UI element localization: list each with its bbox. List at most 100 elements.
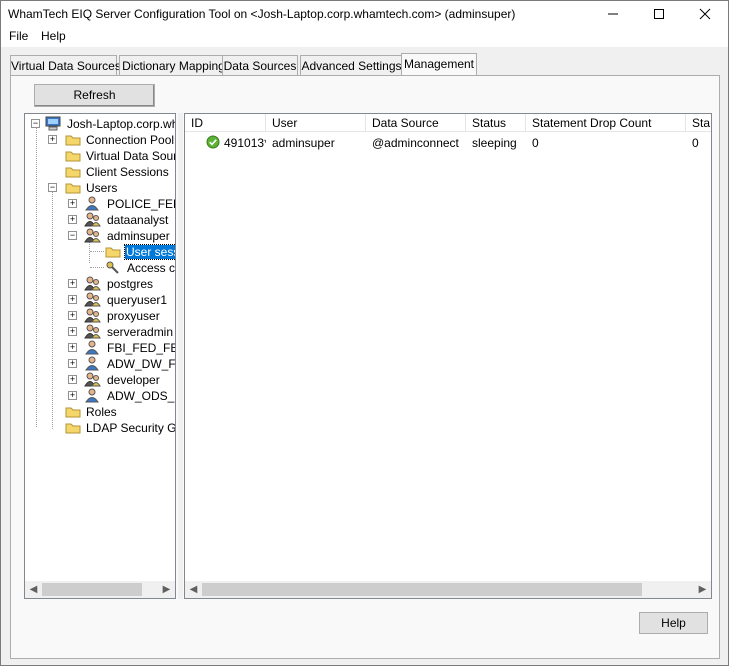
column-header-data-source[interactable]: Data Source <box>366 114 466 132</box>
computer-icon <box>45 116 61 131</box>
tab-advanced-settings[interactable]: Advanced Settings <box>300 55 403 76</box>
tree-label: Connection Pool <box>86 133 175 147</box>
tree-label: ADW_ODS_F <box>107 389 176 403</box>
expand-icon[interactable]: + <box>68 327 77 336</box>
check-circle-icon <box>206 135 220 149</box>
users-icon <box>84 276 101 291</box>
tree-item-client-sessions[interactable]: Client Sessions <box>25 164 175 180</box>
close-icon <box>699 8 711 20</box>
tree-label: dataanalyst <box>107 213 169 227</box>
scroll-left-icon[interactable]: ◀ <box>25 581 42 598</box>
folder-icon <box>65 423 81 434</box>
tree-item-user[interactable]: + serveradmin <box>25 324 175 340</box>
column-header-statement-drop-count[interactable]: Statement Drop Count <box>526 114 686 132</box>
minimize-button[interactable] <box>590 1 636 27</box>
expand-icon[interactable]: + <box>48 135 57 144</box>
cell-sta: 0 <box>692 136 699 150</box>
tree-item-user[interactable]: + queryuser1 <box>25 292 175 308</box>
server-tree[interactable]: − Josh-Laptop.corp.whamtech.com + Connec… <box>24 113 176 599</box>
column-header-user[interactable]: User <box>266 114 366 132</box>
column-header-sta[interactable]: Sta <box>686 114 711 132</box>
tree-label: Client Sessions <box>86 165 169 179</box>
tree-label: serveradmin <box>107 325 174 339</box>
tree-horizontal-scrollbar[interactable]: ◀ ▶ <box>25 581 175 598</box>
app-window: WhamTech EIQ Server Configuration Tool o… <box>0 0 729 666</box>
menu-bar: File Help <box>1 27 728 47</box>
tree-label: adminsuper <box>107 229 170 243</box>
column-header-status[interactable]: Status <box>466 114 526 132</box>
users-icon <box>84 372 101 387</box>
window-title: WhamTech EIQ Server Configuration Tool o… <box>8 7 516 21</box>
tree-label: developer <box>107 373 160 387</box>
collapse-icon[interactable]: − <box>68 231 77 240</box>
tree-item-user[interactable]: − adminsuper <box>25 228 175 244</box>
tree-item-user-sessions[interactable]: User sessions <box>25 244 175 260</box>
tree-label: POLICE_FED_ <box>107 197 175 211</box>
tab-dictionary-mapping[interactable]: Dictionary Mapping <box>119 55 228 76</box>
expand-icon[interactable]: + <box>68 199 77 208</box>
cell-user: adminsuper <box>272 136 335 150</box>
tree-item-user[interactable]: + ADW_ODS_F <box>25 388 176 404</box>
tree-item-user[interactable]: + proxyuser <box>25 308 175 324</box>
tree-label: LDAP Security Groups <box>86 421 176 435</box>
expand-icon[interactable]: + <box>68 359 77 368</box>
column-header-id[interactable]: ID <box>185 114 266 132</box>
tab-label: Virtual Data Sources <box>11 59 121 73</box>
tree-label: postgres <box>107 277 154 291</box>
scroll-right-icon[interactable]: ▶ <box>158 581 175 598</box>
cell-data-source: @adminconnect <box>372 136 459 150</box>
table-row[interactable]: 491013* adminsuper @adminconnect sleepin… <box>185 134 711 151</box>
tab-management[interactable]: Management <box>401 53 477 76</box>
user-icon <box>85 340 99 355</box>
tree-item-roles[interactable]: Roles <box>25 404 175 420</box>
tree-item-user[interactable]: + developer <box>25 372 175 388</box>
list-horizontal-scrollbar[interactable]: ◀ ▶ <box>185 581 711 598</box>
folder-icon <box>65 183 81 194</box>
scroll-thumb[interactable] <box>202 583 642 596</box>
help-button[interactable]: Help <box>639 612 708 634</box>
title-bar: WhamTech EIQ Server Configuration Tool o… <box>1 1 728 27</box>
tab-virtual-data-sources[interactable]: Virtual Data Sources <box>10 55 121 76</box>
folder-icon <box>65 151 81 162</box>
tree-item-user[interactable]: + POLICE_FED_ <box>25 196 175 212</box>
expand-icon[interactable]: + <box>68 311 77 320</box>
tab-data-sources[interactable]: Data Sources <box>222 55 298 76</box>
maximize-button[interactable] <box>636 1 682 27</box>
tree-label: Roles <box>86 405 117 419</box>
refresh-button[interactable]: Refresh <box>34 84 155 107</box>
tree-item-ldap-security-groups[interactable]: LDAP Security Groups <box>25 420 176 436</box>
tree-item-user[interactable]: + postgres <box>25 276 175 292</box>
tab-label: Advanced Settings <box>301 59 402 73</box>
list-header: ID User Data Source Status Statement Dro… <box>185 114 711 132</box>
scroll-thumb[interactable] <box>42 583 142 596</box>
tree-item-user[interactable]: + dataanalyst <box>25 212 175 228</box>
collapse-icon[interactable]: − <box>48 183 57 192</box>
tree-item-user[interactable]: + FBI_FED_FBI_ <box>25 340 175 356</box>
expand-icon[interactable]: + <box>68 295 77 304</box>
sessions-list[interactable]: ID User Data Source Status Statement Dro… <box>184 113 712 599</box>
menu-file[interactable]: File <box>7 29 30 43</box>
tree-item-access-control[interactable]: Access control <box>25 260 176 276</box>
scroll-left-icon[interactable]: ◀ <box>185 581 202 598</box>
menu-help[interactable]: Help <box>39 29 68 43</box>
expand-icon[interactable]: + <box>68 215 77 224</box>
scroll-right-icon[interactable]: ▶ <box>694 581 711 598</box>
tree-label: FBI_FED_FBI_ <box>107 341 175 355</box>
expand-icon[interactable]: + <box>68 391 77 400</box>
tree-label: Access control <box>127 261 176 275</box>
tree-item-connection-pool[interactable]: + Connection Pool <box>25 132 175 148</box>
close-button[interactable] <box>682 1 728 27</box>
expand-icon[interactable]: + <box>68 375 77 384</box>
pane-splitter[interactable] <box>178 113 183 599</box>
tree-root-label: Josh-Laptop.corp.whamtech.com <box>67 117 175 131</box>
expand-icon[interactable]: + <box>68 343 77 352</box>
tree-item-user[interactable]: + ADW_DW_FE <box>25 356 176 372</box>
collapse-icon[interactable]: − <box>31 119 40 128</box>
tree-item-users[interactable]: − Users <box>25 180 175 196</box>
folder-open-icon <box>105 247 121 258</box>
user-icon <box>85 196 99 211</box>
expand-icon[interactable]: + <box>68 279 77 288</box>
tab-label: Dictionary Mapping <box>122 59 225 73</box>
tree-label: ADW_DW_FE <box>107 357 176 371</box>
tree-item-virtual-data-sources[interactable]: Virtual Data Sources <box>25 148 175 164</box>
